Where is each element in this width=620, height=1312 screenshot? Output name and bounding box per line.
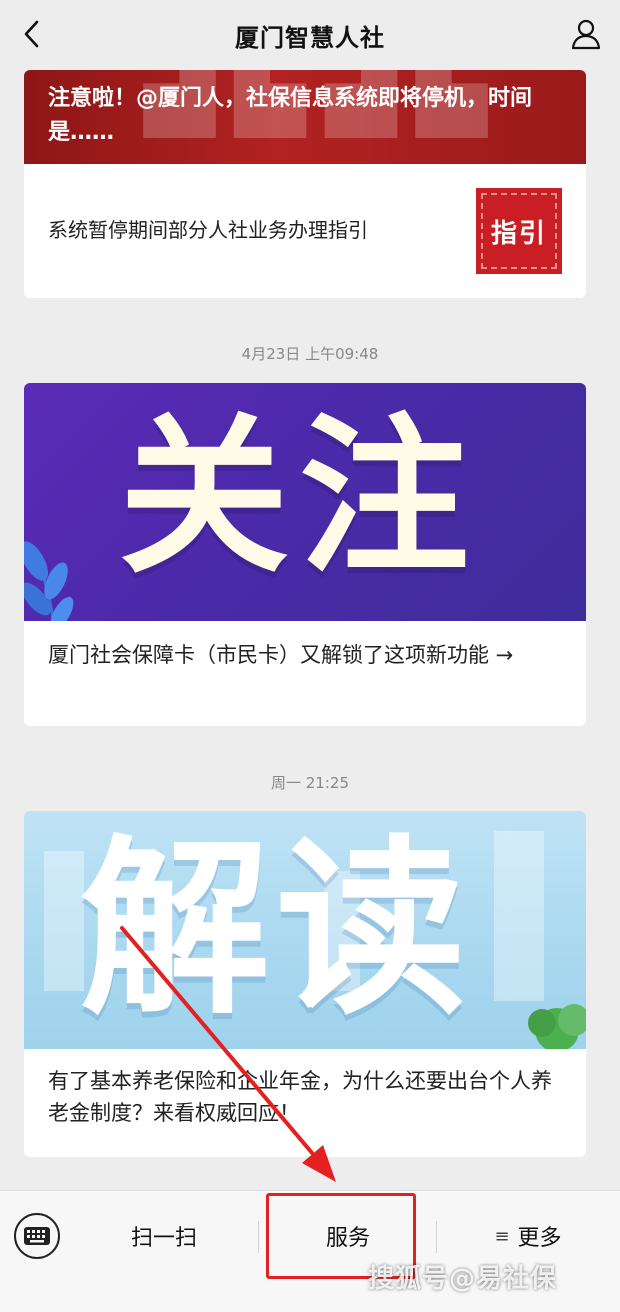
article-1-sub-item[interactable]: 系统暂停期间部分人社业务办理指引 指引: [24, 164, 586, 298]
back-chevron-icon[interactable]: [14, 16, 50, 52]
watermark-text: 搜狐号@易社保: [368, 1264, 558, 1294]
plant-decoration-icon: [528, 1004, 586, 1049]
timestamp-3: 周一 21:25: [271, 774, 349, 792]
article-2-banner[interactable]: 关注: [24, 383, 586, 621]
timestamp-2: 4月23日 上午09:48: [241, 345, 379, 363]
article-card-2[interactable]: 关注 厦门社会保障卡（市民卡）又解锁了这项新功能 →: [24, 383, 586, 726]
user-profile-icon[interactable]: [566, 14, 606, 54]
guide-thumbnail-label: 指引: [490, 218, 547, 249]
guide-thumbnail[interactable]: 指引: [476, 188, 562, 274]
leaf-decoration-icon: [24, 541, 74, 621]
menu-divider: [436, 1221, 437, 1253]
article-card-3[interactable]: 解读 有了基本养老保险和企业年金，为什么还要出台个人养老金制度？来看权威回应！: [24, 811, 586, 1157]
top-navigation-bar: 厦门智慧人社: [0, 0, 620, 70]
submenu-list-icon: ≡: [494, 1225, 510, 1247]
account-title: 厦门智慧人社: [235, 23, 385, 52]
menu-scan-label: 扫一扫: [130, 1226, 197, 1251]
article-1-subtitle[interactable]: 系统暂停期间部分人社业务办理指引: [48, 214, 368, 243]
menu-more-label: 更多: [517, 1226, 562, 1251]
background-building: [494, 831, 544, 1001]
menu-more-button[interactable]: ≡ 更多: [448, 1207, 608, 1265]
menu-divider: [258, 1221, 259, 1253]
background-building: [44, 851, 84, 991]
article-card-1[interactable]: ▟▙▟▙ 注意啦！@厦门人，社保信息系统即将停机，时间是…… 系统暂停期间部分人…: [24, 70, 586, 298]
menu-scan-button[interactable]: 扫一扫: [78, 1207, 250, 1265]
keyboard-icon[interactable]: [14, 1213, 60, 1259]
article-3-title[interactable]: 有了基本养老保险和企业年金，为什么还要出台个人养老金制度？来看权威回应！: [48, 1065, 562, 1129]
article-3-banner[interactable]: 解读: [24, 811, 586, 1049]
article-3-banner-text: 解读: [80, 819, 473, 1040]
article-1-title[interactable]: 注意啦！@厦门人，社保信息系统即将停机，时间是……: [48, 82, 568, 150]
article-1-banner[interactable]: ▟▙▟▙ 注意啦！@厦门人，社保信息系统即将停机，时间是……: [24, 70, 586, 164]
article-2-title[interactable]: 厦门社会保障卡（市民卡）又解锁了这项新功能 →: [48, 639, 562, 671]
article-2-banner-text: 关注: [119, 399, 480, 597]
